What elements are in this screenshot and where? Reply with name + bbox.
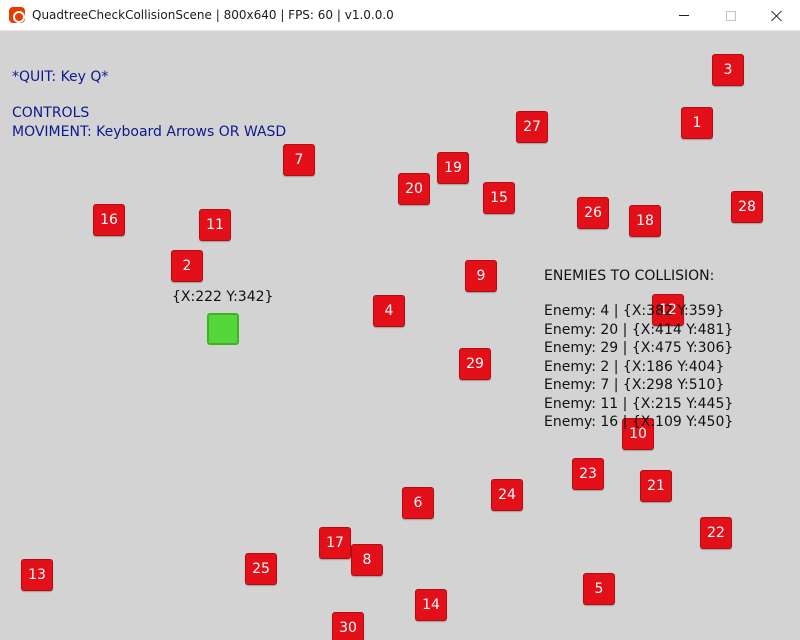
- enemy-square: 14: [415, 589, 447, 621]
- enemy-square: 19: [437, 152, 469, 184]
- player-square: [207, 313, 239, 345]
- maximize-button[interactable]: [708, 0, 754, 31]
- enemy-square: 8: [351, 544, 383, 576]
- enemy-square: 29: [459, 348, 491, 380]
- enemy-square: 13: [21, 559, 53, 591]
- collision-list-item: Enemy: 11 | {X:215 Y:445}: [544, 395, 734, 412]
- enemy-square: 15: [483, 182, 515, 214]
- collision-list-item: Enemy: 29 | {X:475 Y:306}: [544, 340, 734, 356]
- enemy-square: 25: [245, 553, 277, 585]
- collision-list-item: Enemy: 20 | {X:414 Y:481}: [544, 321, 734, 338]
- enemy-square: 27: [516, 111, 548, 143]
- collision-list-item: Enemy: 2 | {X:186 Y:404}: [544, 358, 725, 375]
- enemy-square: 26: [577, 197, 609, 229]
- minimize-icon: [679, 15, 689, 16]
- enemy-square: 17: [319, 527, 351, 559]
- maximize-icon: [726, 10, 736, 21]
- collision-list-item: Enemy: 4 | {X:382 Y:359}: [544, 303, 725, 319]
- enemy-square: 23: [572, 458, 604, 490]
- collision-list-item: Enemy: 16 | {X:109 Y:450}: [544, 414, 734, 430]
- collision-heading: ENEMIES TO COLLISION:: [544, 268, 715, 284]
- enemy-square: 24: [491, 479, 523, 511]
- collision-list: Enemy: 4 | {X:382 Y:359} Enemy: 20 | {X:…: [544, 303, 733, 433]
- enemy-square: 11: [199, 209, 231, 241]
- enemy-square: 16: [93, 204, 125, 236]
- title-bar: QuadtreeCheckCollisionScene | 800x640 | …: [0, 0, 800, 31]
- game-scene[interactable]: *QUIT: Key Q* CONTROLS MOVIMENT: Keyboar…: [0, 31, 800, 640]
- movement-instruction: MOVIMENT: Keyboard Arrows OR WASD: [12, 124, 287, 140]
- close-icon: [771, 10, 783, 22]
- enemy-square: 4: [373, 295, 405, 327]
- enemy-square: 22: [700, 517, 732, 549]
- enemy-square: 2: [171, 250, 203, 282]
- collision-list-item: Enemy: 7 | {X:298 Y:510}: [544, 377, 725, 393]
- enemy-square: 28: [731, 191, 763, 223]
- close-button[interactable]: [754, 0, 800, 31]
- controls-heading: CONTROLS: [12, 105, 90, 121]
- enemy-square: 20: [398, 173, 430, 205]
- enemy-square: 6: [402, 487, 434, 519]
- quit-instruction: *QUIT: Key Q*: [12, 69, 109, 85]
- collision-panel: ENEMIES TO COLLISION: Enemy: 4 | {X:382 …: [544, 268, 733, 433]
- enemy-square: 21: [640, 470, 672, 502]
- enemy-square: 3: [712, 54, 744, 86]
- enemy-square: 9: [465, 260, 497, 292]
- enemy-square: 7: [283, 144, 315, 176]
- player-coordinates: {X:222 Y:342}: [172, 289, 274, 305]
- minimize-button[interactable]: [661, 0, 707, 31]
- enemy-square: 30: [332, 612, 364, 640]
- enemy-square: 1: [681, 107, 713, 139]
- app-logo-icon: [9, 7, 25, 23]
- enemy-square: 18: [629, 205, 661, 237]
- window-title: QuadtreeCheckCollisionScene | 800x640 | …: [32, 8, 394, 22]
- enemy-square: 5: [583, 573, 615, 605]
